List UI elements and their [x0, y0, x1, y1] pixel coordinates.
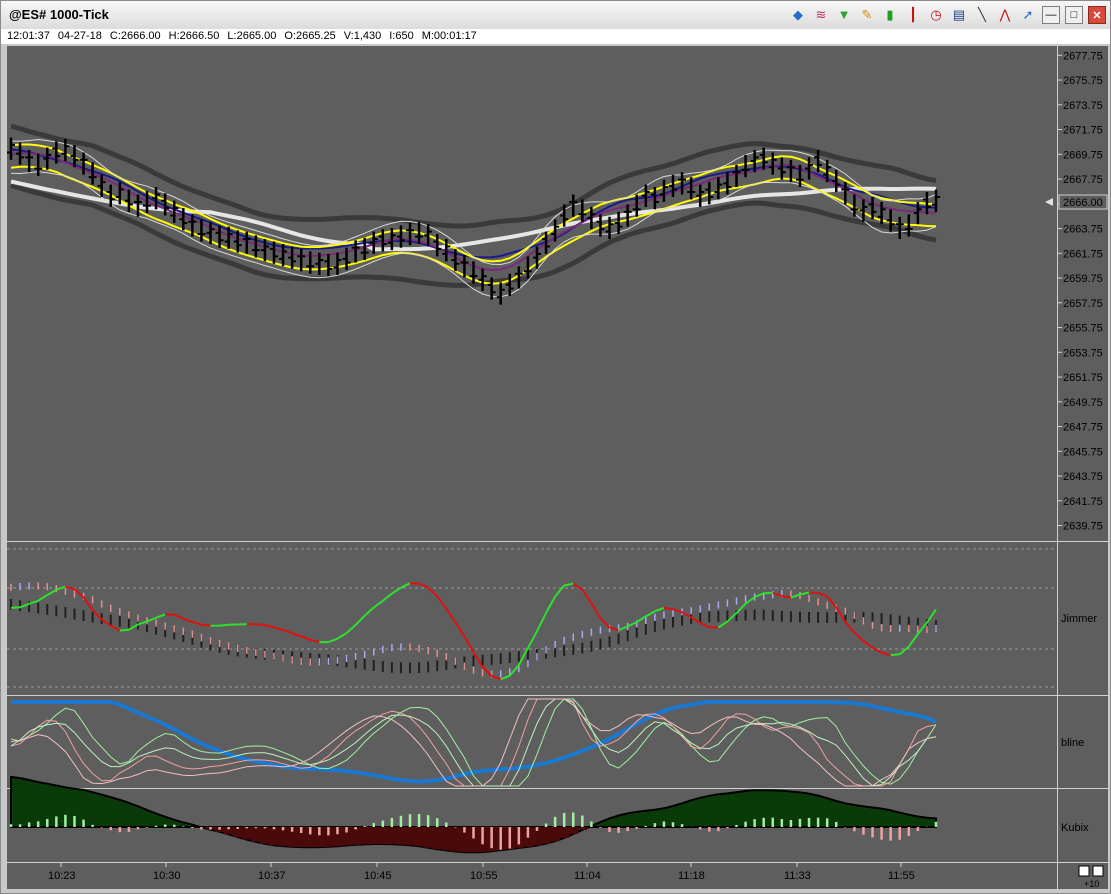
price-tick-label: 2663.75 — [1063, 224, 1103, 236]
bline-label: bline — [1061, 737, 1084, 749]
layout-toggle-icon-2[interactable] — [1092, 865, 1104, 877]
bar-chart-icon[interactable]: ▮ — [881, 6, 899, 24]
chart-area[interactable]: 2677.75 2675.75 2673.75 2671.75 2669.75 2667.… — [1, 44, 1110, 893]
line-tool-icon[interactable]: ╲ — [973, 6, 991, 24]
price-tick-label: 2661.75 — [1063, 248, 1103, 260]
time-tick-label: 10:37 — [258, 870, 286, 882]
price-tick-label: 2659.75 — [1063, 273, 1103, 285]
jimmer-signal-segment — [201, 623, 211, 627]
title-bar[interactable]: @ES# 1000-Tick ◆ ≋ ▼ ✎ ▮ ┃ ◷ ▤ ╲ ⋀ ➚ — □… — [1, 1, 1110, 30]
price-tick-label: 2639.75 — [1063, 521, 1103, 533]
price-axis[interactable] — [1058, 46, 1108, 541]
clock-icon[interactable]: ◷ — [927, 6, 945, 24]
price-tick-label: 2667.75 — [1063, 174, 1103, 186]
zigzag-icon[interactable]: ⋀ — [996, 6, 1014, 24]
time-tick-label: 11:18 — [678, 870, 705, 882]
chart-window: @ES# 1000-Tick ◆ ≋ ▼ ✎ ▮ ┃ ◷ ▤ ╲ ⋀ ➚ — □… — [0, 0, 1111, 894]
last-price-label: 2666.00 — [1063, 197, 1103, 209]
price-pane[interactable] — [7, 46, 1057, 541]
pencil-icon[interactable]: ✎ — [858, 6, 876, 24]
price-tick-label: 2643.75 — [1063, 471, 1103, 483]
price-tick-label: 2673.75 — [1063, 100, 1103, 112]
close-button[interactable]: ✕ — [1088, 6, 1106, 24]
toolbar: ◆ ≋ ▼ ✎ ▮ ┃ ◷ ▤ ╲ ⋀ ➚ — □ ✕ — [789, 6, 1106, 24]
price-tick-label: 2647.75 — [1063, 422, 1103, 434]
info-open: O:2665.25 — [284, 30, 336, 42]
price-tick-label: 2669.75 — [1063, 149, 1103, 161]
info-date: 04-27-18 — [57, 30, 102, 42]
time-tick-label: 11:33 — [784, 870, 811, 882]
jimmer-signal-segment — [781, 595, 792, 599]
price-tick-label: 2675.75 — [1063, 75, 1103, 87]
jimmer-signal-segment — [10, 606, 21, 609]
price-tick-label: 2645.75 — [1063, 446, 1103, 458]
minimize-button[interactable]: — — [1042, 6, 1060, 24]
price-tick-label: 2641.75 — [1063, 496, 1103, 508]
time-tick-label: 11:55 — [888, 870, 915, 882]
layers-icon[interactable]: ◆ — [789, 6, 807, 24]
price-tick-label: 2671.75 — [1063, 125, 1103, 137]
price-tick-label: 2657.75 — [1063, 298, 1103, 310]
rainbow-icon[interactable]: ≋ — [812, 6, 830, 24]
time-tick-label: 10:30 — [153, 870, 181, 882]
maximize-button[interactable]: □ — [1065, 6, 1083, 24]
kubix-label: Kubix — [1061, 822, 1089, 834]
time-tick-label: 11:04 — [574, 870, 601, 882]
jimmer-signal-segment — [219, 623, 229, 627]
jimmer-signal-segment — [255, 623, 266, 627]
price-tick-label: 2651.75 — [1063, 372, 1103, 384]
info-interest: I:650 — [389, 30, 414, 42]
info-low: L:2665.00 — [227, 30, 277, 42]
info-close: C:2666.00 — [109, 30, 161, 42]
price-tick-label: 2653.75 — [1063, 347, 1103, 359]
time-tick-label: 10:55 — [470, 870, 498, 882]
window-title: @ES# 1000-Tick — [9, 7, 109, 22]
info-elapsed: M:00:01:17 — [421, 30, 477, 42]
time-tick-label: 10:23 — [48, 870, 76, 882]
price-tick-label: 2649.75 — [1063, 397, 1103, 409]
note-icon[interactable]: ▤ — [950, 6, 968, 24]
layout-toggle-icon[interactable] — [1078, 865, 1090, 877]
zoom-label: +10 — [1084, 879, 1099, 889]
data-status-bar: 12:01:37 04-27-18 C:2666.00 H:2666.50 L:2665… — [1, 29, 1110, 44]
info-volume: V:1,430 — [343, 30, 382, 42]
jimmer-label: Jimmer — [1061, 613, 1097, 625]
price-tick-label: 2677.75 — [1063, 50, 1103, 62]
time-tick-label: 10:45 — [364, 870, 392, 882]
jimmer-signal-segment — [890, 653, 900, 657]
funnel-icon[interactable]: ▼ — [835, 6, 853, 24]
pointer-icon[interactable]: ➚ — [1019, 6, 1037, 24]
info-time: 12:01:37 — [7, 30, 50, 42]
price-tick-label: 2655.75 — [1063, 323, 1103, 335]
candlestick-icon[interactable]: ┃ — [904, 6, 922, 24]
jimmer-signal-segment — [663, 606, 674, 611]
info-high: H:2666.50 — [168, 30, 220, 42]
jimmer-signal-segment — [119, 628, 129, 632]
